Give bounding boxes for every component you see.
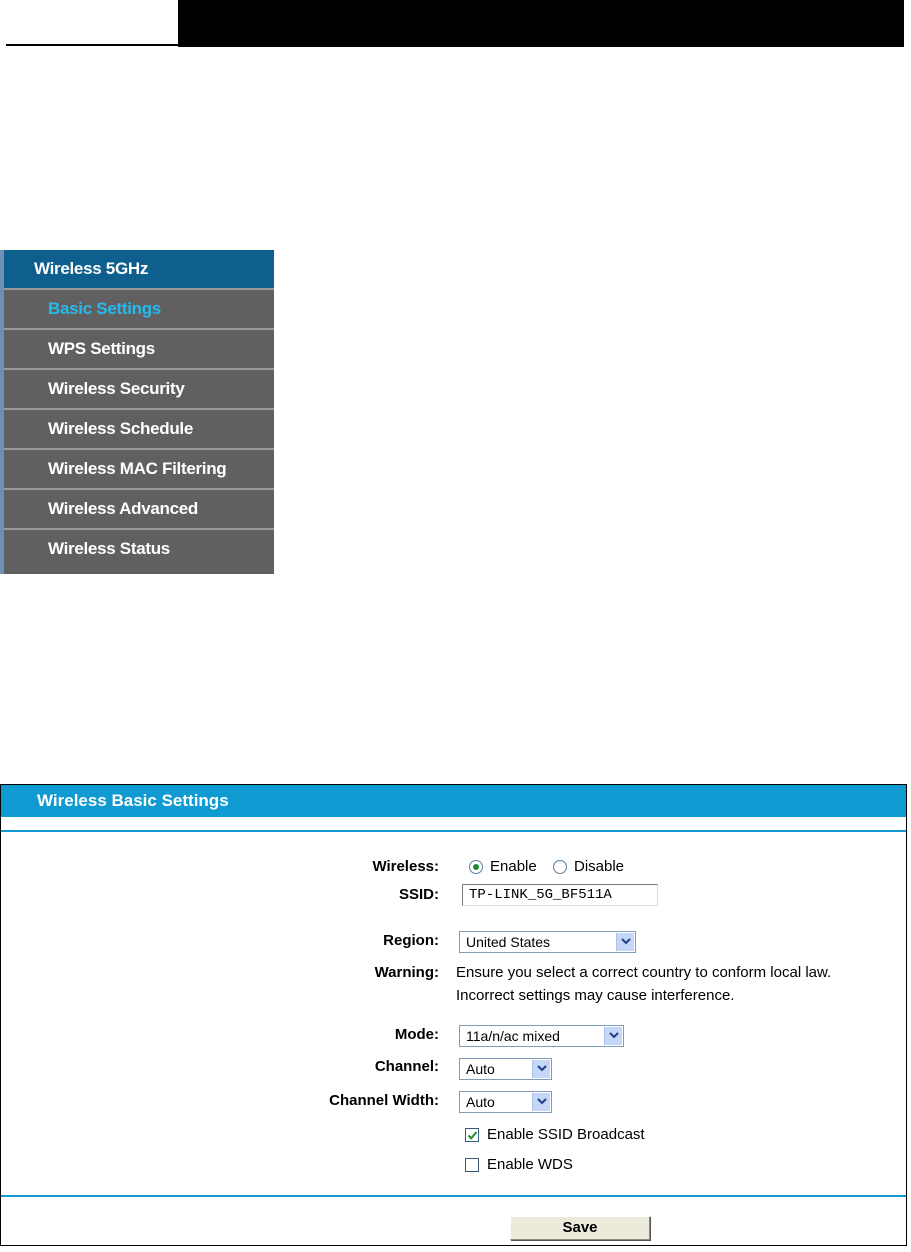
page-header-bar xyxy=(0,0,911,48)
menu-item-wireless-mac-filtering[interactable]: Wireless MAC Filtering xyxy=(4,448,274,486)
chevron-down-icon xyxy=(532,1060,550,1078)
wireless-label: Wireless: xyxy=(372,858,439,875)
panel-title: Wireless Basic Settings xyxy=(1,785,906,817)
panel-divider-bottom xyxy=(1,1195,906,1197)
ssid-input[interactable]: TP-LINK_5G_BF511A xyxy=(462,884,658,906)
channel-width-select[interactable]: Auto xyxy=(459,1091,552,1113)
mode-select-value: 11a/n/ac mixed xyxy=(466,1028,560,1044)
header-black-band xyxy=(178,0,904,47)
wireless-enable-radio[interactable] xyxy=(469,860,483,874)
region-select-value: United States xyxy=(466,934,551,950)
wireless-disable-radio[interactable] xyxy=(553,860,567,874)
menu-item-wireless-security[interactable]: Wireless Security xyxy=(4,368,274,406)
menu-item-wireless-status[interactable]: Wireless Status xyxy=(4,528,274,574)
ssid-broadcast-label: Enable SSID Broadcast xyxy=(487,1126,645,1143)
save-button[interactable]: Save xyxy=(510,1216,650,1240)
channel-label: Channel: xyxy=(374,1058,439,1075)
ssid-label: SSID: xyxy=(398,886,439,903)
warning-text-line2: Incorrect settings may cause interferenc… xyxy=(456,987,735,1004)
chevron-down-icon xyxy=(604,1027,622,1045)
menu-item-wireless-advanced[interactable]: Wireless Advanced xyxy=(4,488,274,526)
panel-divider-top xyxy=(1,830,906,832)
channel-select[interactable]: Auto xyxy=(459,1058,552,1080)
ssid-broadcast-checkbox[interactable] xyxy=(465,1128,479,1142)
chevron-down-icon xyxy=(532,1093,550,1111)
wds-checkbox[interactable] xyxy=(465,1158,479,1172)
warning-text-line1: Ensure you select a correct country to c… xyxy=(456,964,832,981)
menu-item-wps-settings[interactable]: WPS Settings xyxy=(4,328,274,366)
wds-label: Enable WDS xyxy=(487,1156,573,1173)
menu-header-wireless-5ghz[interactable]: Wireless 5GHz xyxy=(4,250,274,288)
warning-label: Warning: xyxy=(374,964,439,981)
wireless-enable-label: Enable xyxy=(490,858,537,875)
checkmark-icon xyxy=(467,1131,478,1140)
region-select[interactable]: United States xyxy=(459,931,636,953)
channel-width-select-value: Auto xyxy=(466,1094,495,1110)
region-label: Region: xyxy=(383,932,439,949)
chevron-down-icon xyxy=(616,933,634,951)
header-underline xyxy=(6,44,178,46)
channel-width-label: Channel Width: xyxy=(329,1092,439,1109)
wireless-basic-settings-panel: Wireless Basic Settings xyxy=(0,784,907,1246)
menu-item-basic-settings[interactable]: Basic Settings xyxy=(4,288,274,326)
sidebar-menu: Wireless 5GHz Basic Settings WPS Setting… xyxy=(0,250,274,574)
channel-select-value: Auto xyxy=(466,1061,495,1077)
mode-select[interactable]: 11a/n/ac mixed xyxy=(459,1025,624,1047)
menu-item-wireless-schedule[interactable]: Wireless Schedule xyxy=(4,408,274,446)
wireless-disable-label: Disable xyxy=(574,858,625,875)
mode-label: Mode: xyxy=(394,1026,439,1043)
